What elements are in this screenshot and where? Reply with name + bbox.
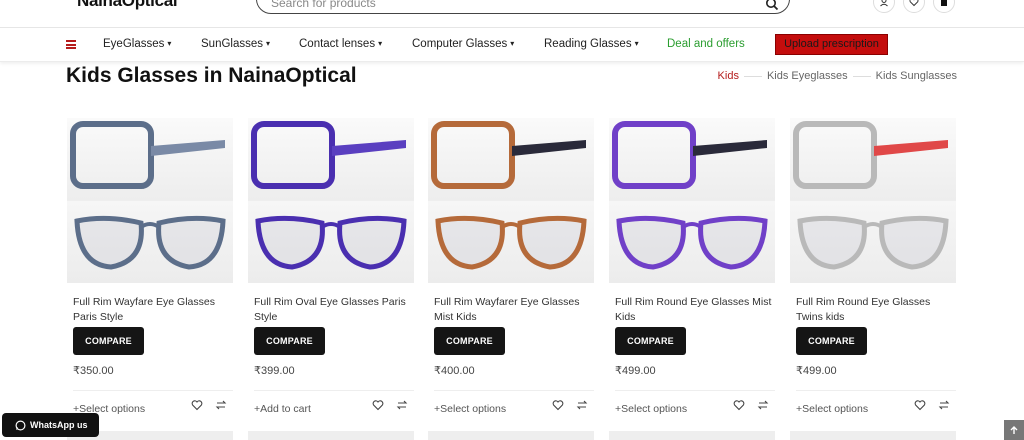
next-row-product-image — [609, 431, 775, 440]
compare-icon[interactable] — [576, 399, 588, 411]
account-icon[interactable] — [873, 0, 895, 13]
product-image[interactable] — [790, 118, 956, 283]
main-nav: EyeGlasses ▾ SunGlasses ▾ Contact lenses ▾ … — [0, 28, 1024, 62]
search-bar[interactable]: Search for products — [256, 0, 790, 14]
upload-prescription-button[interactable]: Upload prescription — [775, 34, 888, 55]
chevron-down-icon: ▾ — [634, 39, 639, 48]
product-price: ₹400.00 — [434, 365, 475, 377]
search-input[interactable]: Search for products — [271, 0, 376, 10]
product-actions: +Select options — [434, 390, 594, 415]
compare-icon[interactable] — [938, 399, 950, 411]
product-action-link[interactable]: +Select options — [615, 403, 687, 415]
compare-icon[interactable] — [757, 399, 769, 411]
wishlist-icon[interactable] — [733, 399, 745, 411]
wishlist-icon[interactable] — [903, 0, 925, 13]
scroll-to-top-button[interactable] — [1004, 420, 1024, 440]
product-title[interactable]: Full Rim Round Eye Glasses Mist Kids — [609, 295, 775, 325]
compare-button[interactable]: COMPARE — [434, 327, 505, 355]
compare-button[interactable]: COMPARE — [796, 327, 867, 355]
filter-kids-sunglasses[interactable]: Kids Sunglasses — [876, 70, 957, 82]
wishlist-icon[interactable] — [914, 399, 926, 411]
product-price: ₹399.00 — [254, 365, 295, 377]
product-actions: +Add to cart — [254, 390, 414, 415]
nav-eyeglasses[interactable]: EyeGlasses ▾ — [103, 38, 171, 50]
wishlist-icon[interactable] — [552, 399, 564, 411]
product-card[interactable]: Full Rim Wayfarer Eye Glasses Mist Kids … — [428, 118, 594, 415]
cart-icon[interactable] — [933, 0, 955, 13]
chevron-down-icon: ▾ — [510, 39, 515, 48]
product-price: ₹499.00 — [796, 365, 837, 377]
product-action-link[interactable]: +Select options — [434, 403, 506, 415]
product-card[interactable]: Full Rim Round Eye Glasses Mist Kids COM… — [609, 118, 775, 415]
compare-icon[interactable] — [396, 399, 408, 411]
next-row-product-image — [428, 431, 594, 440]
filter-kids-eyeglasses[interactable]: Kids Eyeglasses — [767, 70, 848, 82]
product-price: ₹499.00 — [615, 365, 656, 377]
product-title[interactable]: Full Rim Round Eye Glasses Twins kids — [790, 295, 956, 325]
compare-button[interactable]: COMPARE — [615, 327, 686, 355]
nav-deals[interactable]: Deal and offers — [667, 38, 745, 50]
nav-contact-lenses[interactable]: Contact lenses ▾ — [299, 38, 382, 50]
product-title[interactable]: Full Rim Oval Eye Glasses Paris Style — [248, 295, 414, 325]
compare-button[interactable]: COMPARE — [73, 327, 144, 355]
product-card[interactable]: Full Rim Wayfare Eye Glasses Paris Style… — [67, 118, 233, 415]
chevron-down-icon: ▾ — [266, 39, 271, 48]
top-header: NainaOptical Search for products — [0, 0, 1024, 28]
nav-sunglasses[interactable]: SunGlasses ▾ — [201, 38, 270, 50]
nav-computer-glasses[interactable]: Computer Glasses ▾ — [412, 38, 514, 50]
product-image[interactable] — [67, 118, 233, 283]
compare-button[interactable]: COMPARE — [254, 327, 325, 355]
search-icon[interactable] — [765, 0, 779, 11]
product-card[interactable]: Full Rim Oval Eye Glasses Paris Style CO… — [248, 118, 414, 415]
whatsapp-icon — [15, 420, 26, 430]
product-title[interactable]: Full Rim Wayfare Eye Glasses Paris Style — [67, 295, 233, 325]
filter-kids[interactable]: Kids — [718, 70, 739, 82]
product-image[interactable] — [248, 118, 414, 283]
wishlist-icon[interactable] — [191, 399, 203, 411]
menu-icon[interactable] — [66, 40, 76, 49]
nav-reading-glasses[interactable]: Reading Glasses ▾ — [544, 38, 639, 50]
product-price: ₹350.00 — [73, 365, 114, 377]
wishlist-icon[interactable] — [372, 399, 384, 411]
product-image[interactable] — [609, 118, 775, 283]
product-action-link[interactable]: +Select options — [796, 403, 868, 415]
product-image[interactable] — [428, 118, 594, 283]
product-actions: +Select options — [796, 390, 956, 415]
whatsapp-button[interactable]: WhatsApp us — [2, 413, 99, 437]
site-logo[interactable]: NainaOptical — [77, 0, 178, 11]
next-row-product-image — [248, 431, 414, 440]
product-title[interactable]: Full Rim Wayfarer Eye Glasses Mist Kids — [428, 295, 594, 325]
chevron-down-icon: ▾ — [378, 39, 383, 48]
page-title: Kids Glasses in NainaOptical — [66, 64, 357, 87]
category-filters: Kids Kids Eyeglasses Kids Sunglasses — [718, 70, 957, 82]
product-action-link[interactable]: +Add to cart — [254, 403, 311, 415]
next-row-product-image — [790, 431, 956, 440]
arrow-up-icon — [1010, 426, 1018, 434]
product-card[interactable]: Full Rim Round Eye Glasses Twins kids CO… — [790, 118, 956, 415]
chevron-down-icon: ▾ — [167, 39, 172, 48]
product-actions: +Select options — [73, 390, 233, 415]
product-actions: +Select options — [615, 390, 775, 415]
compare-icon[interactable] — [215, 399, 227, 411]
